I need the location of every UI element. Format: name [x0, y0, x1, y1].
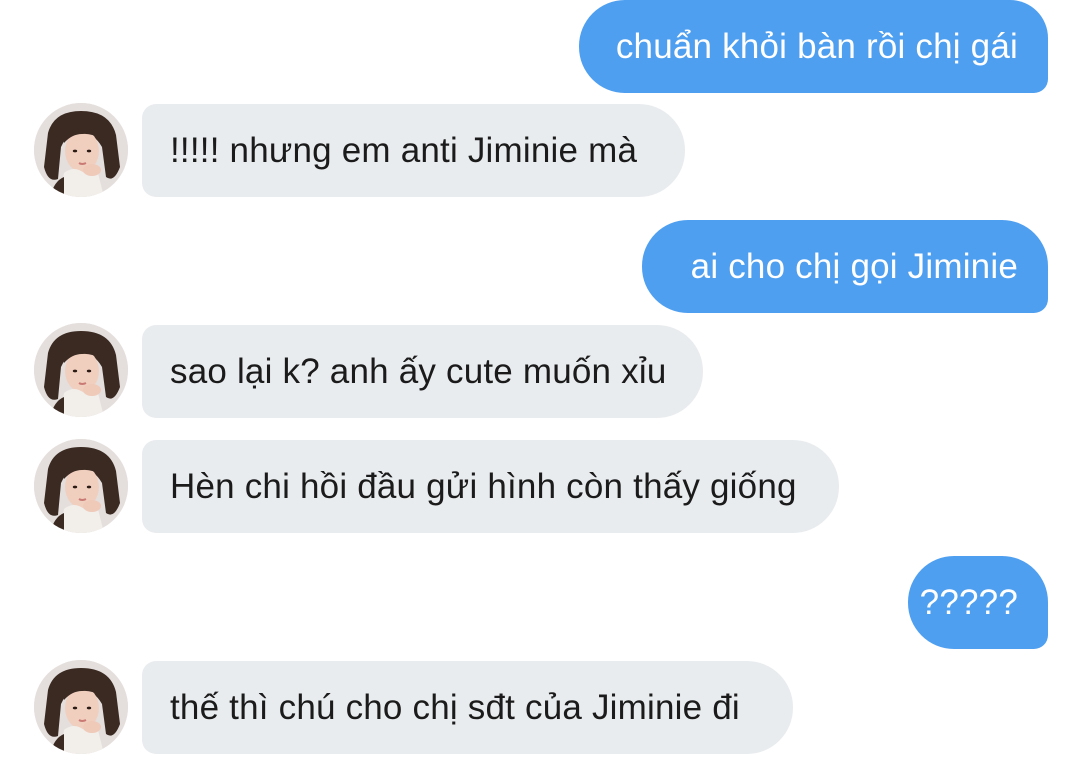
message-text: thế thì chú cho chị sđt của Jiminie đi [170, 688, 740, 727]
message-text: Hèn chi hồi đầu gửi hình còn thấy giống [170, 467, 797, 506]
message-text: sao lại k? anh ấy cute muốn xỉu [170, 352, 667, 391]
outgoing-message-bubble[interactable]: chuẩn khỏi bàn rồi chị gái [579, 0, 1048, 93]
incoming-message-bubble[interactable]: !!!!! nhưng em anti Jiminie mà [142, 104, 685, 197]
contact-avatar[interactable] [34, 660, 128, 754]
contact-avatar[interactable] [34, 103, 128, 197]
outgoing-message-bubble[interactable]: ????? [908, 556, 1048, 649]
message-text: chuẩn khỏi bàn rồi chị gái [615, 27, 1018, 66]
message-text: ????? [919, 583, 1018, 622]
incoming-message-bubble[interactable]: sao lại k? anh ấy cute muốn xỉu [142, 325, 703, 418]
contact-avatar[interactable] [34, 323, 128, 417]
message-text: !!!!! nhưng em anti Jiminie mà [170, 131, 638, 170]
message-text: ai cho chị gọi Jiminie [690, 247, 1018, 286]
outgoing-message-bubble[interactable]: ai cho chị gọi Jiminie [642, 220, 1048, 313]
contact-avatar[interactable] [34, 439, 128, 533]
incoming-message-bubble[interactable]: Hèn chi hồi đầu gửi hình còn thấy giống [142, 440, 839, 533]
incoming-message-bubble[interactable]: thế thì chú cho chị sđt của Jiminie đi [142, 661, 793, 754]
chat-thread: chuẩn khỏi bàn rồi chị gái !!!!! nhưng e… [0, 0, 1080, 768]
